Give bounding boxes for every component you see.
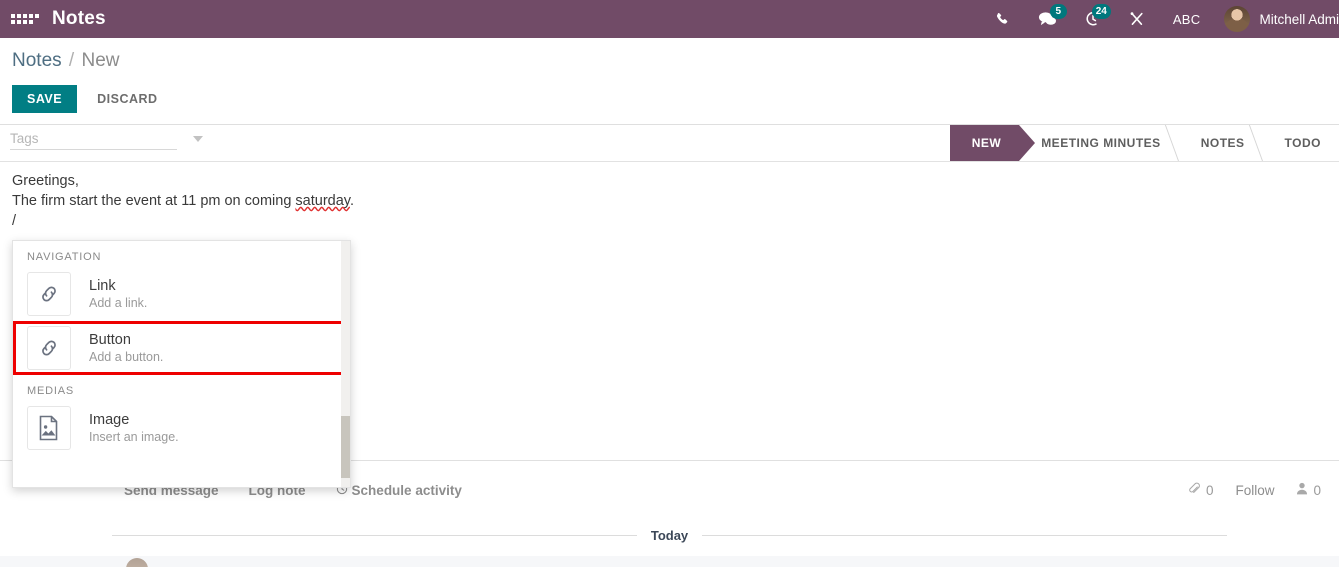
note-misspelled-word: saturday [295,193,350,209]
powerbox-option-description: Add a button. [89,349,164,364]
avatar [1224,6,1251,32]
status-step-label: NEW [971,136,1002,150]
messages-icon[interactable]: 5 [1024,0,1071,38]
tools-icon[interactable] [1115,0,1159,38]
attachment-count-value: 0 [1205,482,1214,498]
breadcrumb-separator: / [68,50,75,71]
powerbox-option-image[interactable]: Image Insert an image. [13,401,350,455]
powerbox-option-title: Image [89,411,130,428]
powerbox-option-description: Add a link. [89,295,148,310]
powerbox-option-button[interactable]: Button Add a button. [13,321,350,375]
powerbox-dropdown[interactable]: NAVIGATION Link Add a link. Button Add a… [12,240,351,488]
status-step-meeting-minutes[interactable]: MEETING MINUTES [1019,125,1179,161]
powerbox-section-medias: MEDIAS [27,385,74,397]
paperclip-icon [1188,482,1201,498]
powerbox-option-link[interactable]: Link Add a link. [13,267,350,321]
app-brand-notes[interactable]: Notes [52,8,106,30]
attachment-count[interactable]: 0 [1188,482,1214,498]
link-chain-icon [27,326,71,370]
person-icon [1296,482,1308,498]
phone-icon[interactable] [981,0,1024,38]
note-slash-command: / [12,213,17,229]
today-separator: Today [112,528,1228,543]
note-editor-body[interactable]: Greetings, The firm start the event at 1… [12,172,1312,232]
powerbox-scrollbar[interactable] [341,241,350,487]
schedule-activity-label: Schedule activity [351,482,462,498]
record-action-buttons: SAVE DISCARD [12,85,164,113]
activities-badge: 24 [1091,4,1111,19]
save-button[interactable]: SAVE [12,85,78,113]
powerbox-option-text: Image Insert an image. [89,411,179,446]
breadcrumb-current: New [81,50,120,71]
today-label: Today [650,528,689,543]
follower-count[interactable]: 0 [1296,482,1321,498]
note-line-2-prefix: The firm start the event at 11 pm on com… [12,193,296,209]
note-line-1: Greetings, [12,173,79,189]
statusbar: NEW MEETING MINUTES NOTES TODO [949,125,1339,161]
powerbox-scrollbar-thumb[interactable] [341,416,350,478]
activities-clock-icon[interactable]: 24 [1071,0,1115,38]
note-line-2-suffix: . [349,193,354,209]
link-chain-icon [27,272,71,316]
powerbox-section-navigation: NAVIGATION [27,251,102,263]
follower-count-value: 0 [1313,482,1321,498]
messages-badge: 5 [1049,4,1067,19]
chevron-down-icon[interactable] [193,135,203,142]
form-header: NEW MEETING MINUTES NOTES TODO [0,125,1339,162]
debug-mode-label[interactable]: ABC [1159,12,1215,27]
powerbox-option-title: Button [89,331,131,348]
status-step-label: TODO [1284,136,1321,150]
breadcrumb-root[interactable]: Notes [12,50,62,71]
top-navbar: Notes 5 24 ABC Mitchell Admi [0,0,1339,38]
chatter-meta: 0 Follow 0 [1188,482,1321,498]
powerbox-option-text: Link Add a link. [89,277,147,312]
navbar-right-tools: 5 24 ABC Mitchell Admi [981,0,1339,38]
powerbox-option-text: Button Add a button. [89,331,163,366]
apps-grid-icon[interactable] [8,14,42,24]
powerbox-option-title: Link [89,277,116,294]
today-line-left [112,535,637,536]
status-step-todo[interactable]: TODO [1263,125,1339,161]
discard-button[interactable]: DISCARD [91,85,163,113]
tags-input[interactable] [10,131,187,146]
breadcrumb: Notes / New [12,50,120,72]
user-menu[interactable]: Mitchell Admi [1214,6,1339,32]
follow-button[interactable]: Follow [1235,483,1274,498]
image-file-icon [27,406,71,450]
powerbox-option-description: Insert an image. [89,429,179,444]
control-panel: Notes / New SAVE DISCARD [0,38,1339,125]
note-line-2: The firm start the event at 11 pm on com… [12,192,1312,211]
today-line-right [702,535,1228,536]
status-step-label: MEETING MINUTES [1041,136,1161,150]
message-row [0,556,1339,567]
status-step-label: NOTES [1200,136,1245,150]
tags-field[interactable] [10,131,203,150]
user-name: Mitchell Admi [1259,11,1339,27]
